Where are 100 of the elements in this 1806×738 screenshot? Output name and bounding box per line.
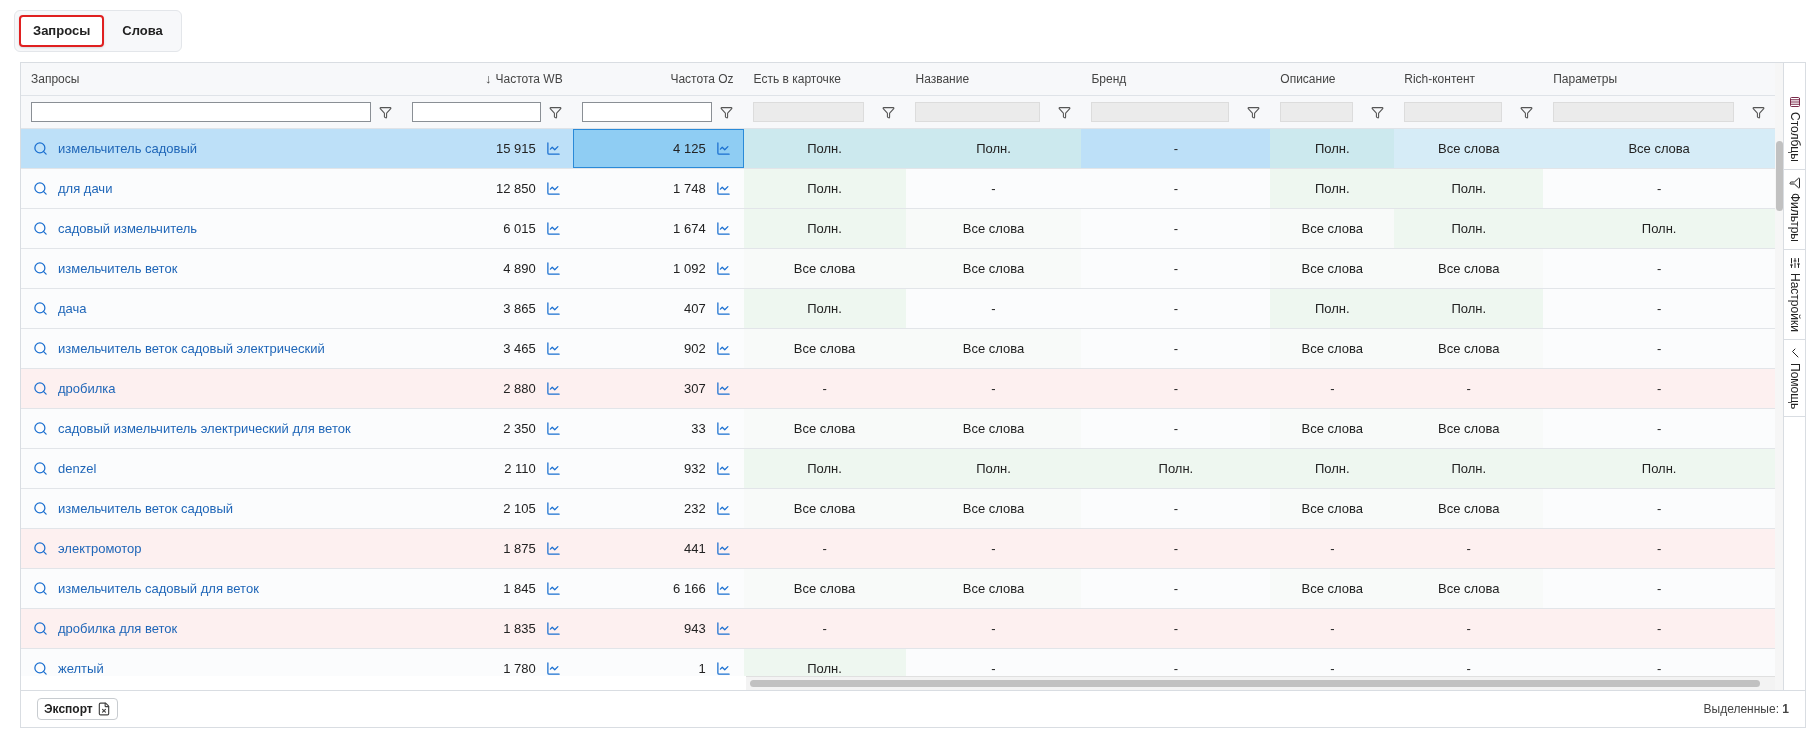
column-title: Название	[915, 71, 970, 88]
chart-icon[interactable]	[545, 501, 561, 516]
query-link[interactable]: дробилка	[58, 378, 116, 399]
table-row[interactable]: электромотор 1 875 441 - - - - - -	[21, 529, 1776, 569]
chart-icon[interactable]	[545, 341, 561, 356]
chart-icon[interactable]	[545, 261, 561, 276]
table-row[interactable]: измельчитель садовый для веток 1 845 6 166 Все слова Все слова - Все слова Все слова -	[21, 569, 1776, 609]
query-link[interactable]: желтый	[58, 658, 104, 676]
side-tab[interactable]: Настройки	[1784, 249, 1805, 340]
chart-icon[interactable]	[715, 381, 731, 396]
chart-icon[interactable]	[545, 421, 561, 436]
query-link[interactable]: для дачи	[58, 178, 113, 199]
query-link[interactable]: дробилка для веток	[58, 618, 178, 639]
search-icon[interactable]	[33, 341, 48, 356]
search-icon[interactable]	[33, 621, 48, 636]
search-icon[interactable]	[33, 581, 48, 596]
table-row[interactable]: желтый 1 780 1 Полн. - - - - -	[21, 649, 1776, 676]
filter-icon[interactable]	[1520, 105, 1534, 119]
chart-icon[interactable]	[545, 221, 561, 236]
search-icon[interactable]	[33, 501, 48, 516]
table-cell: Все слова	[905, 489, 1082, 528]
search-icon[interactable]	[33, 461, 48, 476]
chart-icon[interactable]	[715, 221, 731, 236]
search-icon[interactable]	[33, 381, 48, 396]
table-row[interactable]: измельчитель веток 4 890 1 092 Все слова Все слова - Все слова Все слова -	[21, 249, 1776, 289]
search-icon[interactable]	[33, 301, 48, 316]
query-link[interactable]: измельчитель веток садовый электрический	[58, 338, 325, 359]
table-row[interactable]: садовый измельчитель 6 015 1 674 Полн. Все слова - Все слова Полн. Полн.	[21, 209, 1776, 249]
search-icon[interactable]	[33, 221, 48, 236]
horizontal-scrollbar[interactable]	[750, 680, 1760, 687]
table-cell: Полн.	[1543, 449, 1776, 488]
chart-icon[interactable]	[715, 581, 731, 596]
search-icon[interactable]	[33, 141, 48, 156]
chart-icon[interactable]	[545, 181, 561, 196]
chart-icon[interactable]	[715, 141, 731, 156]
search-icon[interactable]	[33, 181, 48, 196]
chart-icon[interactable]	[715, 501, 731, 516]
table-cell: Полн.	[743, 289, 906, 328]
chart-icon[interactable]	[715, 661, 731, 676]
table-cell: Все слова	[743, 329, 906, 368]
vertical-scrollbar[interactable]	[1775, 141, 1783, 211]
table-cell: Все слова	[1270, 249, 1395, 288]
search-icon[interactable]	[33, 661, 48, 676]
filter-icon[interactable]	[549, 105, 563, 119]
search-icon[interactable]	[33, 421, 48, 436]
side-tab[interactable]: Помощь	[1784, 339, 1805, 417]
table-row[interactable]: дача 3 865 407 Полн. - - Полн. Полн. -	[21, 289, 1776, 329]
chart-icon[interactable]	[715, 421, 731, 436]
chart-icon[interactable]	[545, 621, 561, 636]
chart-icon[interactable]	[545, 461, 561, 476]
table-row[interactable]: дробилка для веток 1 835 943 - - - - - -	[21, 609, 1776, 649]
chart-icon[interactable]	[715, 461, 731, 476]
export-button[interactable]: Экспорт	[37, 698, 118, 720]
filter-input[interactable]	[412, 102, 542, 122]
table-row[interactable]: измельчитель садовый 15 915 4 125 Полн. Полн. - Полн. Все слова Все слова	[21, 129, 1776, 169]
chart-icon[interactable]	[715, 541, 731, 556]
table-row[interactable]: измельчитель веток садовый 2 105 232 Все слова Все слова - Все слова Все слова -	[21, 489, 1776, 529]
query-link[interactable]: садовый измельчитель	[58, 218, 198, 239]
chart-icon[interactable]	[715, 301, 731, 316]
table-cell-text: 1	[698, 659, 706, 676]
tab[interactable]: Слова	[108, 15, 177, 47]
filter-icon[interactable]	[379, 105, 393, 119]
chart-icon[interactable]	[715, 181, 731, 196]
chart-icon[interactable]	[715, 341, 731, 356]
query-link[interactable]: садовый измельчитель электрический для веток	[58, 418, 351, 439]
search-icon[interactable]	[33, 261, 48, 276]
filter-icon[interactable]	[1058, 105, 1072, 119]
table-row[interactable]: садовый измельчитель электрический для веток 2 350 33 Все слова Все слова - Все слова Все слова -	[21, 409, 1776, 449]
query-link[interactable]: измельчитель садовый для веток	[58, 578, 259, 599]
query-link[interactable]: измельчитель садовый	[58, 138, 198, 159]
table-row[interactable]: для дачи 12 850 1 748 Полн. - - Полн. Полн. -	[21, 169, 1776, 209]
table-row[interactable]: дробилка 2 880 307 - - - - - -	[21, 369, 1776, 409]
chart-icon[interactable]	[545, 661, 561, 676]
table-cell-text: 932	[683, 459, 706, 478]
query-link[interactable]: измельчитель веток садовый	[58, 498, 233, 519]
filter-icon[interactable]	[1371, 105, 1385, 119]
chart-icon[interactable]	[545, 141, 561, 156]
query-link[interactable]: электромотор	[58, 538, 142, 559]
query-link[interactable]: denzel	[58, 458, 97, 479]
filter-icon[interactable]	[720, 105, 734, 119]
query-link[interactable]: измельчитель веток	[58, 258, 178, 279]
table-cell: Полн.	[1270, 289, 1395, 328]
table-row[interactable]: denzel 2 110 932 Полн. Полн. Полн. Полн. Полн. Полн.	[21, 449, 1776, 489]
filter-icon[interactable]	[882, 105, 896, 119]
query-link[interactable]: дача	[58, 298, 87, 319]
search-icon[interactable]	[33, 541, 48, 556]
filter-icon[interactable]	[1247, 105, 1261, 119]
filter-input[interactable]	[31, 102, 372, 122]
filter-input[interactable]	[582, 102, 713, 122]
filter-icon[interactable]	[1752, 105, 1766, 119]
chart-icon[interactable]	[545, 381, 561, 396]
side-tab[interactable]: Столбцы	[1784, 89, 1805, 170]
table-row[interactable]: измельчитель веток садовый электрический 3 465 902 Все слова Все слова - Все слова Все слова -	[21, 329, 1776, 369]
chart-icon[interactable]	[545, 541, 561, 556]
tab[interactable]: Запросы	[19, 15, 105, 47]
chart-icon[interactable]	[545, 301, 561, 316]
chart-icon[interactable]	[545, 581, 561, 596]
side-tab[interactable]: Фильтры	[1784, 169, 1805, 250]
chart-icon[interactable]	[715, 621, 731, 636]
chart-icon[interactable]	[715, 261, 731, 276]
